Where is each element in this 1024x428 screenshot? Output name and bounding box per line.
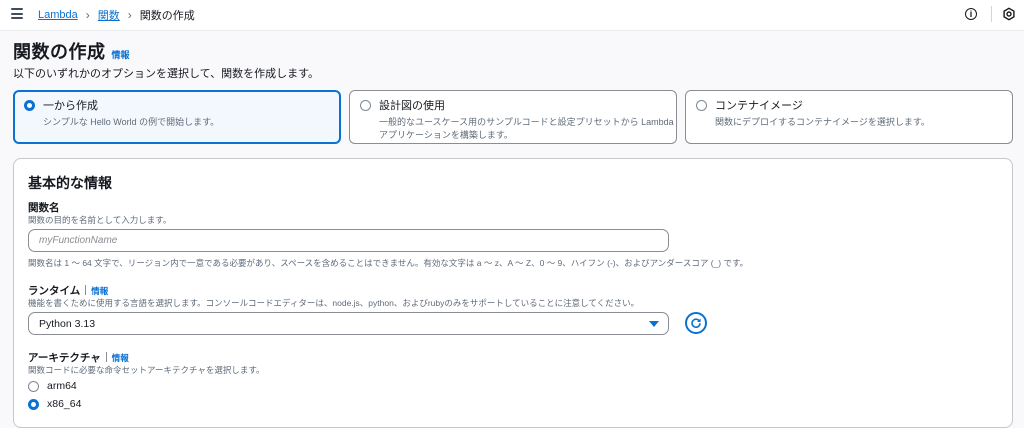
architecture-label-text: アーキテクチャ	[28, 352, 101, 364]
settings-icon[interactable]	[1002, 7, 1016, 21]
info-icon[interactable]: i	[965, 8, 977, 20]
radio-unselected[interactable]	[696, 99, 707, 111]
page-subtitle: 以下のいずれかのオプションを選択して、関数を作成します。	[13, 68, 320, 80]
option-use-blueprint[interactable]: 設計図の使用 一般的なユースケース用のサンプルコードと設定プリセットから Lam…	[349, 90, 677, 144]
option-label: x86_64	[47, 398, 82, 410]
option-title: 設計図の使用	[379, 100, 445, 112]
radio-unselected[interactable]	[28, 380, 39, 392]
divider	[105, 352, 107, 362]
architecture-info-link[interactable]: 情報	[112, 353, 129, 363]
radio-unselected[interactable]	[360, 99, 371, 111]
basic-info-panel: 基本的な情報 関数名 関数の目的を名前として入力します。 関数名は 1 ～ 64…	[13, 158, 1013, 428]
function-name-input[interactable]	[28, 229, 669, 252]
runtime-label-text: ランタイム	[28, 285, 81, 297]
breadcrumb-functions[interactable]: 関数	[98, 7, 120, 23]
runtime-info-link[interactable]: 情報	[91, 286, 108, 296]
chevron-right-icon: ›	[85, 8, 90, 22]
option-container-image[interactable]: コンテナイメージ 関数にデプロイするコンテナイメージを選択します。	[685, 90, 1013, 144]
breadcrumb-current: 関数の作成	[139, 10, 195, 22]
radio-selected[interactable]	[24, 99, 35, 111]
caret-down-icon	[649, 321, 659, 327]
info-link[interactable]: 情報	[112, 48, 130, 61]
architecture-hint: 関数コードに必要な命令セットアーキテクチャを選択します。	[28, 365, 265, 375]
divider	[991, 6, 992, 22]
breadcrumb-lambda[interactable]: Lambda	[38, 9, 78, 21]
refresh-button[interactable]	[685, 312, 707, 334]
function-name-label: 関数名	[28, 202, 60, 214]
option-label: arm64	[47, 380, 77, 392]
runtime-hint: 機能を書くために使用する言語を選択します。コンソールコードエディターは、node…	[28, 298, 640, 308]
architecture-option-arm64[interactable]: arm64	[28, 380, 77, 392]
option-description: 関数にデプロイするコンテナイメージを選択します。	[715, 117, 930, 127]
menu-icon[interactable]	[11, 8, 23, 19]
page-title: 関数の作成	[13, 42, 106, 62]
runtime-label: ランタイム 情報	[28, 283, 108, 298]
refresh-icon	[691, 318, 701, 328]
radio-selected[interactable]	[28, 398, 39, 410]
function-name-constraint: 関数名は 1 ～ 64 文字で、リージョン内で一意である必要があり、スペースを含…	[28, 258, 749, 268]
function-name-hint: 関数の目的を名前として入力します。	[28, 215, 172, 225]
runtime-selected-value: Python 3.13	[39, 317, 96, 330]
architecture-option-x86-64[interactable]: x86_64	[28, 398, 81, 410]
page-header: 関数の作成 情報	[13, 38, 130, 64]
architecture-label: アーキテクチャ 情報	[28, 350, 129, 365]
top-navigation-bar: Lambda › 関数 › 関数の作成 i	[0, 0, 1024, 31]
option-author-from-scratch[interactable]: 一から作成 シンプルな Hello World の例で開始します。	[13, 90, 341, 144]
section-title: 基本的な情報	[28, 175, 112, 191]
option-description: 一般的なユースケース用のサンプルコードと設定プリセットから Lambda アプリ…	[379, 117, 674, 140]
option-description: シンプルな Hello World の例で開始します。	[43, 117, 220, 127]
option-title: 一から作成	[43, 100, 98, 112]
option-title: コンテナイメージ	[715, 100, 803, 112]
breadcrumb: Lambda › 関数 › 関数の作成	[38, 0, 195, 30]
divider	[85, 285, 87, 295]
chevron-right-icon: ›	[127, 8, 132, 22]
runtime-select[interactable]: Python 3.13	[28, 312, 669, 335]
